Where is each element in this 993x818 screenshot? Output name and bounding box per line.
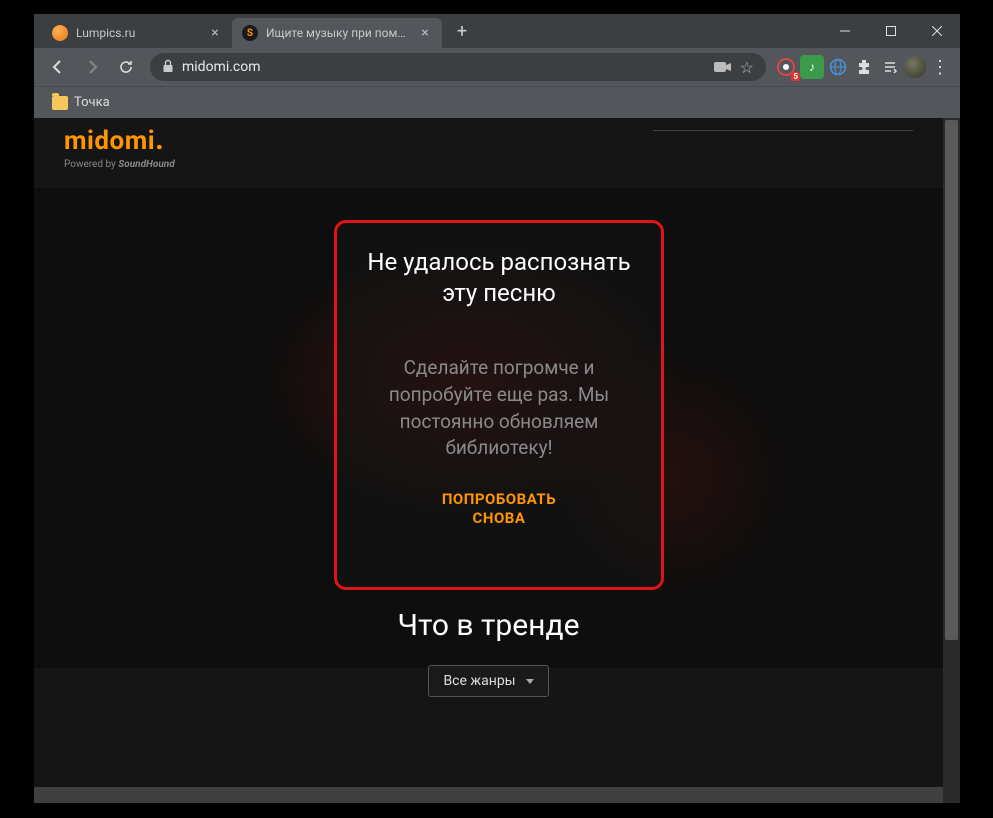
site-logo[interactable]: midomi. Powered by SoundHound <box>64 122 175 170</box>
favicon-icon <box>52 25 68 41</box>
close-icon[interactable]: × <box>418 26 432 40</box>
bookmark-folder[interactable]: Точка <box>46 91 116 114</box>
tab-midomi[interactable]: S Ищите музыку при помощи гол × <box>232 18 442 48</box>
star-icon[interactable]: ☆ <box>740 58 754 77</box>
content-viewport: midomi. Powered by SoundHound Не удалось… <box>34 118 960 803</box>
page-body: midomi. Powered by SoundHound Не удалось… <box>34 118 943 803</box>
bookmarks-bar: Точка <box>34 86 960 118</box>
extension-music-icon[interactable]: ♪ <box>800 55 824 79</box>
browser-window: Lumpics.ru × S Ищите музыку при помощи г… <box>34 14 960 803</box>
recognition-failed-panel: Не удалось распознать эту песню Сделайте… <box>334 220 664 590</box>
logo-text: midomi. <box>64 122 175 157</box>
close-window-button[interactable] <box>914 14 960 48</box>
minimize-button[interactable] <box>822 14 868 48</box>
maximize-button[interactable] <box>868 14 914 48</box>
trending-title: Что в тренде <box>34 608 943 643</box>
genre-label: Все жанры <box>443 673 515 689</box>
tab-title: Ищите музыку при помощи гол <box>266 26 410 40</box>
extension-globe-icon[interactable] <box>826 55 850 79</box>
modal-title: Не удалось распознать эту песню <box>355 247 643 309</box>
profile-avatar[interactable] <box>904 56 926 78</box>
extension-adblock-icon[interactable]: 5 <box>774 55 798 79</box>
horizontal-scroll-track[interactable] <box>34 787 943 803</box>
genre-dropdown[interactable]: Все жанры <box>428 665 548 697</box>
tab-title: Lumpics.ru <box>76 26 200 40</box>
trending-section: Что в тренде Все жанры <box>34 608 943 697</box>
folder-icon <box>52 96 68 110</box>
header-divider <box>653 130 913 131</box>
extension-badge: 5 <box>791 72 800 81</box>
reload-button[interactable] <box>110 52 142 82</box>
menu-button[interactable]: ⋮ <box>928 55 952 79</box>
forward-button[interactable] <box>76 52 108 82</box>
close-icon[interactable]: × <box>208 26 222 40</box>
address-bar[interactable]: midomi.com ☆ <box>150 53 766 81</box>
new-tab-button[interactable]: + <box>448 17 476 45</box>
modal-body: Сделайте погромче и попробуйте еще раз. … <box>355 355 643 461</box>
lock-icon <box>162 58 174 77</box>
camera-icon[interactable] <box>714 58 732 77</box>
favicon-icon: S <box>242 25 258 41</box>
back-button[interactable] <box>42 52 74 82</box>
titlebar: Lumpics.ru × S Ищите музыку при помощи г… <box>34 14 960 48</box>
scroll-thumb[interactable] <box>945 120 958 640</box>
window-controls <box>822 14 960 48</box>
tab-strip: Lumpics.ru × S Ищите музыку при помощи г… <box>34 14 822 48</box>
vertical-scrollbar[interactable] <box>943 118 960 803</box>
tab-lumpics[interactable]: Lumpics.ru × <box>42 18 232 48</box>
toolbar: midomi.com ☆ 5 ♪ ⋮ <box>34 48 960 86</box>
reading-list-icon[interactable] <box>878 55 902 79</box>
try-again-button[interactable]: ПОПРОБОВАТЬ СНОВА <box>355 490 643 529</box>
powered-by: Powered by SoundHound <box>64 159 175 170</box>
chevron-down-icon <box>526 679 534 684</box>
bookmark-label: Точка <box>74 95 110 110</box>
extensions-button[interactable] <box>852 55 876 79</box>
url-text: midomi.com <box>182 59 706 75</box>
